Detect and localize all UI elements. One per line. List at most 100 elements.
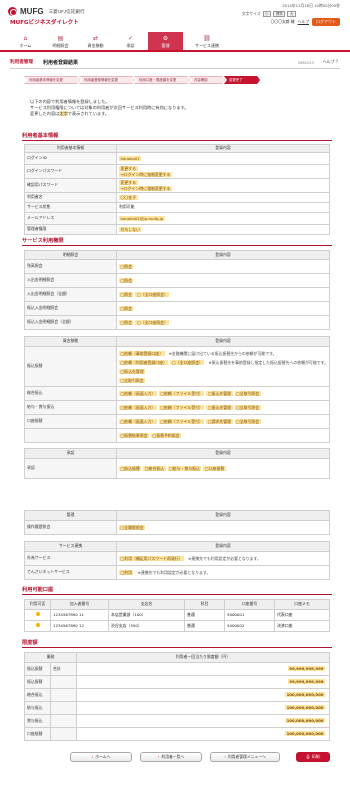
link-icon: ⛓	[203, 35, 211, 43]
column-header: 登録内容	[116, 250, 330, 260]
row-label: 口座振替	[24, 414, 117, 429]
column-header: 利用者基本情報	[24, 144, 117, 153]
limit-value-cell: 100,000,000,000	[76, 688, 330, 702]
home-icon: ⌂	[23, 35, 28, 43]
nav-admin[interactable]: ⚙ 管理	[148, 32, 183, 50]
registered-value: hanako01	[119, 155, 142, 161]
printer-icon: ⎙	[306, 753, 310, 759]
header-row: 資金移動 登録内容	[24, 336, 330, 347]
progress-steps: 利用者基本情報を変更 利用者登録情報を変更 利用口座・限度額を変更 内容確認 変…	[24, 76, 259, 84]
row-label: 振込振替	[24, 346, 117, 387]
account-kind: 普通	[184, 609, 225, 621]
row-note: ※連携先でも利用設定が必要となります。	[188, 555, 261, 561]
limit-value-cell: 100,000,000,000	[76, 714, 330, 728]
available-icon	[35, 612, 40, 617]
table-row: ログインID hanako01	[24, 152, 330, 165]
limit-sub	[50, 688, 77, 702]
section-service-permission: サービス利用権限	[22, 238, 332, 247]
table-row: 1234567890 11 本店営業部（100） 普通 5000001 代表口座	[24, 609, 330, 621]
column-header: 支店名	[108, 599, 185, 610]
chevron-left-icon: ‹	[157, 753, 160, 759]
font-size-label: 文字サイズ	[241, 10, 261, 16]
row-label: 外為サービス	[24, 551, 117, 566]
table-row: でんさいネットサービス □利用 ※連携先でも利用設定が必要となります。	[24, 565, 330, 580]
row-label: 振込入金明細照会（全銀）	[24, 315, 117, 330]
row-value: □全履歴照会	[116, 520, 330, 535]
registered-value: 変更する	[119, 165, 138, 171]
nav-label: サービス連携	[195, 42, 219, 48]
nav-service-link[interactable]: ⛓ サービス連携	[183, 32, 231, 50]
nav-statements[interactable]: ▤ 明細照会	[43, 32, 78, 50]
nav-transfer[interactable]: ⇄ 資金移動	[78, 32, 113, 50]
user-name: 〇〇〇太郎 様	[270, 18, 295, 24]
chevron-left-icon: ‹	[224, 753, 226, 759]
page-help-link[interactable]: ヘルプ ?	[322, 59, 338, 65]
logo-text: MUFG	[20, 7, 44, 16]
font-large-button[interactable]: 大	[287, 11, 296, 18]
table-row: 賞与振込 100,000,000,000	[24, 714, 330, 728]
value-note: →ログイン時に強制変更する	[119, 185, 172, 191]
header: MUFG 三菱UFJ信託銀行 MUFGビジネスダイレクト 2014年11月18日…	[0, 0, 350, 52]
account-branch: 本店営業部（100）	[108, 609, 185, 621]
permission-line: □振込先管理	[119, 367, 327, 376]
registered-value: hanako01@jp.mufg.jp	[119, 215, 165, 221]
table-row: 総合振込 100,000,000,000	[24, 688, 330, 702]
row-label: 振込入金明細照会	[24, 301, 117, 316]
bank-logo[interactable]: MUFG 三菱UFJ信託銀行	[8, 7, 85, 17]
limit-label: 賞与振込	[24, 714, 51, 728]
font-standard-button[interactable]: 標準	[273, 11, 286, 18]
table-row: 1234567890 12 渋谷支店（550） 普通 5000002 決済口座	[24, 620, 330, 632]
limit-label: 総合振込	[24, 688, 51, 702]
logout-button[interactable]: ログアウト	[312, 18, 340, 26]
chevron-left-icon: ‹	[91, 753, 94, 759]
print-button[interactable]: ⎙ 印刷	[296, 752, 330, 762]
account-memo: 決済口座	[274, 620, 330, 632]
availability-cell	[24, 620, 51, 632]
column-header: 登録内容	[116, 510, 330, 521]
permission-line: □全取引照会	[119, 376, 327, 385]
nav-home[interactable]: ⌂ ホーム	[8, 32, 43, 50]
row-value: □振込振替 □総合振込 □給与・賞与振込 □口座振替	[116, 458, 330, 479]
permission-tag: □照会	[119, 277, 134, 283]
home-button[interactable]: ‹ ホームへ	[70, 752, 132, 762]
highlight-sample: 太字	[59, 111, 68, 117]
nav-approval[interactable]: ✓ 承認	[113, 32, 148, 50]
bank-name: 三菱UFJ信託銀行	[48, 9, 85, 15]
header-row: 業務 利用者一回当たり限度額（円）	[24, 652, 330, 663]
value-note: →ログイン時に強制変更する	[119, 171, 172, 177]
registered-value: 〇〇花子	[119, 194, 138, 200]
account-acct: 5000002	[224, 620, 275, 632]
user-list-button[interactable]: ‹ 利用者一覧へ	[140, 752, 202, 762]
statement-permission-table: 明細照会 登録内容 残高照会 □照会 入出金明細照会 □照会 入出金明細照会（全銀） □照会 □…	[24, 250, 330, 330]
header-row: 明細照会 登録内容	[24, 250, 330, 260]
row-value: 利用可能	[116, 202, 330, 213]
step-2: 利用者登録情報を変更	[79, 76, 135, 84]
limit-value: 100,000,000,000	[285, 718, 325, 724]
table-row: 承認 □振込振替 □総合振込 □給与・賞与振込 □口座振替	[24, 458, 330, 479]
page-title: 利用者登録結果	[42, 60, 78, 66]
help-label: ヘルプ	[322, 59, 335, 64]
screen-id: BKKU015	[298, 61, 314, 65]
row-label: メールアドレス	[24, 212, 117, 225]
footer-buttons: ‹ ホームへ ‹ 利用者一覧へ ‹ 利用者管理メニューへ	[70, 752, 280, 762]
font-small-button[interactable]: 小	[262, 11, 272, 18]
transfer-icon: ⇄	[92, 35, 99, 43]
column-header: 登録内容	[116, 541, 330, 552]
permission-tag: □（全口座照会）	[135, 291, 170, 297]
limit-sub	[50, 675, 77, 689]
nav-label: 承認	[126, 42, 135, 48]
limit-value-cell: 99,999,999,999	[76, 662, 330, 676]
header-help-link[interactable]: ヘルプ	[298, 19, 309, 25]
user-menu-button[interactable]: ‹ 利用者管理メニューへ	[210, 752, 280, 762]
limit-value-cell: 100,000,000,000	[76, 701, 330, 715]
row-value: □照会 □（全口座照会）	[116, 315, 330, 330]
limit-value: 99,999,999,999	[287, 679, 325, 685]
limit-label: 給与振込	[24, 701, 51, 715]
account-no: 1234567890 12	[50, 620, 109, 632]
gear-icon: ⚙	[162, 35, 169, 43]
permission-tag: □依頼（画面入力）	[119, 404, 157, 410]
column-header: 承認	[24, 448, 117, 459]
permission-tag: □照会	[119, 263, 134, 269]
row-value: □利用 ※連携先でも利用設定が必要となります。	[116, 565, 330, 580]
limits-table: 業務 利用者一回当たり限度額（円） 振込振替 合計 99,999,999,999 振込振替…	[24, 652, 330, 741]
